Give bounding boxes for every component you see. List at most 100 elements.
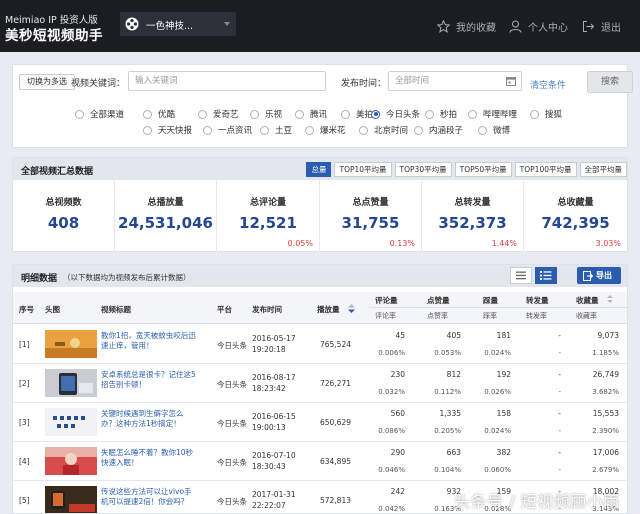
summary-title: 全部视频汇总数据 — [21, 167, 94, 177]
row-dislike-rate: 0.060% — [484, 466, 511, 474]
video-thumbnail[interactable] — [45, 330, 97, 358]
radio-circle — [143, 125, 152, 135]
row-platform: 今日头条 — [217, 497, 247, 506]
sort-desc-icon[interactable] — [348, 304, 355, 313]
nav-profile-label: 个人中心 — [528, 22, 568, 34]
video-thumbnail[interactable] — [45, 486, 97, 513]
platform-radio[interactable]: 优酷 — [143, 108, 175, 120]
list-view-button[interactable] — [510, 267, 532, 284]
stat-value: 352,373 — [438, 214, 507, 232]
video-title-link[interactable]: 传说这些方法可以让vivo手机可以提速2倍！你会吗？ — [101, 487, 196, 513]
row-plays: 650,629 — [319, 418, 351, 427]
col-like-rate[interactable]: 点赞率 — [427, 311, 448, 321]
summary-tab[interactable]: TOP10平均量 — [334, 162, 392, 177]
platform-radio[interactable]: 爱奇艺 — [198, 108, 239, 120]
platform-radio[interactable]: 腾讯 — [295, 108, 327, 120]
platform-radio[interactable]: 爆米花 — [305, 124, 346, 136]
export-label: 导出 — [596, 271, 612, 280]
clear-filters-link[interactable]: 清空条件 — [530, 78, 566, 91]
row-dislikes: 192 — [496, 370, 511, 379]
col-plays[interactable]: 播放量 — [317, 304, 340, 315]
platform-radio[interactable]: 微博 — [478, 124, 510, 136]
platform-radio[interactable]: 一点资讯 — [203, 124, 252, 136]
platform-radio[interactable]: 土豆 — [260, 124, 292, 136]
stat-value: 24,531,046 — [118, 214, 213, 232]
col-comments[interactable]: 评论量 — [375, 295, 398, 306]
platform-radio[interactable]: 乐视 — [250, 108, 282, 120]
radio-circle — [478, 125, 487, 135]
toggle-multi-select-button[interactable]: 切换为多选 — [19, 74, 75, 90]
row-comment-rate: 0.086% — [378, 427, 405, 435]
col-favorites[interactable]: 收藏量 — [576, 295, 599, 306]
table-row[interactable]: [1] 教你1招，宽天被蚊虫咬后迅速止痒，管用！ 今日头条 2016-05-17 19:… — [13, 325, 627, 364]
header-divider — [369, 307, 627, 308]
export-button[interactable]: 导出 — [577, 267, 621, 284]
video-title-link[interactable]: 关键时候遇到生僻字怎么办？这种方法1秒搞定！ — [101, 409, 196, 437]
col-title: 视频标题 — [101, 305, 131, 314]
table-row[interactable]: [4] 失眠怎么睡不着？教你10秒快速入眠！ 今日头条 2016-07-10 18:30… — [13, 442, 627, 481]
platform-radio[interactable]: 内涵段子 — [414, 124, 463, 136]
stat-label: 总评论量 — [249, 198, 286, 208]
platform-radio[interactable]: 全部渠道 — [75, 108, 124, 120]
nav-profile[interactable]: 个人中心 — [509, 17, 568, 35]
nav-logout-label: 退出 — [601, 22, 621, 34]
detail-view-button[interactable] — [535, 267, 557, 284]
row-publish-clock: 19:20:18 — [252, 345, 286, 354]
radio-circle — [198, 109, 207, 119]
col-favorite-rate[interactable]: 收藏率 — [576, 311, 597, 321]
table-row[interactable]: [2] 安卓系统总是很卡？记住这5招告别卡顿！ 今日头条 2016-08-17 18:2… — [13, 364, 627, 403]
col-comment-rate[interactable]: 评论率 — [375, 311, 396, 321]
table-row[interactable]: [3] 关键时候遇到生僻字怎么办？这种方法1秒搞定！ 今日头条 2016-06-15 1… — [13, 403, 627, 442]
video-thumbnail[interactable] — [45, 369, 97, 397]
col-dislike-rate[interactable]: 踩率 — [483, 311, 497, 321]
video-title-link[interactable]: 教你1招，宽天被蚊虫咬后迅速止痒，管用！ — [101, 331, 196, 359]
video-title-link[interactable]: 失眠怎么睡不着？教你10秒快速入眠！ — [101, 448, 196, 476]
platform-radio[interactable]: 天天快报 — [143, 124, 192, 136]
row-comments: 560 — [390, 409, 405, 418]
search-button[interactable]: 搜索 — [587, 71, 633, 93]
summary-tab[interactable]: 总量 — [306, 162, 332, 177]
summary-tab[interactable]: TOP50平均量 — [454, 162, 512, 177]
col-shares[interactable]: 转发量 — [526, 295, 549, 306]
platform-radio[interactable]: 美拍 — [341, 108, 373, 120]
platform-radio[interactable]: 今日头条 — [371, 108, 420, 120]
row-comments: 290 — [390, 448, 405, 457]
channel-select[interactable]: 一色神技... — [120, 12, 236, 36]
col-platform: 平台 — [217, 305, 232, 314]
col-likes[interactable]: 点赞量 — [427, 295, 450, 306]
sort-icon[interactable] — [607, 295, 613, 303]
platform-radio[interactable]: 搜狐 — [530, 108, 562, 120]
video-thumbnail[interactable] — [45, 408, 97, 436]
platform-radio[interactable]: 秒拍 — [425, 108, 457, 120]
video-thumbnail[interactable] — [45, 447, 97, 475]
nav-logout[interactable]: 退出 — [582, 17, 621, 35]
keyword-input[interactable]: 输入关键词 — [128, 71, 326, 91]
col-share-rate[interactable]: 转发率 — [526, 311, 547, 321]
video-title-link[interactable]: 安卓系统总是很卡？记住这5招告别卡顿！ — [101, 370, 196, 398]
platform-radio[interactable]: 哔哩哔哩 — [468, 108, 517, 120]
radio-circle — [425, 109, 434, 119]
row-favorites: 26,749 — [592, 370, 619, 379]
radio-circle — [530, 109, 539, 119]
table-header: 序号 头图 视频标题 平台 发布时间 播放量 评论量 评论率 点赞量 点赞率 踩… — [13, 292, 627, 324]
publish-time-picker[interactable]: 全部时间 — [388, 71, 522, 91]
summary-tab[interactable]: TOP100平均量 — [514, 162, 577, 177]
platform-radio[interactable]: 北京时间 — [359, 124, 408, 136]
summary-tab[interactable]: TOP30平均量 — [394, 162, 452, 177]
keyword-label: 视频关键词： — [71, 79, 126, 89]
detail-panel: 明细数据 （以下数据均为视频发布后累计数据） 导出 序号 头图 视频标题 平台 … — [12, 264, 628, 514]
film-reel-icon — [125, 17, 139, 31]
row-dislikes: 181 — [496, 331, 511, 340]
detail-title: 明细数据 — [21, 274, 58, 284]
stat-value: 742,395 — [541, 214, 610, 232]
radio-circle — [295, 109, 304, 119]
brand-title[interactable]: 美秒短视频助手 — [5, 24, 103, 44]
detail-list-icon — [540, 271, 552, 280]
calendar-icon — [506, 77, 516, 86]
row-platform: 今日头条 — [217, 419, 247, 428]
nav-favorites[interactable]: 我的收藏 — [437, 17, 496, 35]
row-publish-date: 2016-07-10 — [252, 451, 296, 460]
summary-tab[interactable]: 全部平均量 — [579, 162, 627, 177]
row-favorite-rate: 3.682% — [592, 388, 619, 396]
col-dislikes[interactable]: 踩量 — [483, 295, 498, 306]
